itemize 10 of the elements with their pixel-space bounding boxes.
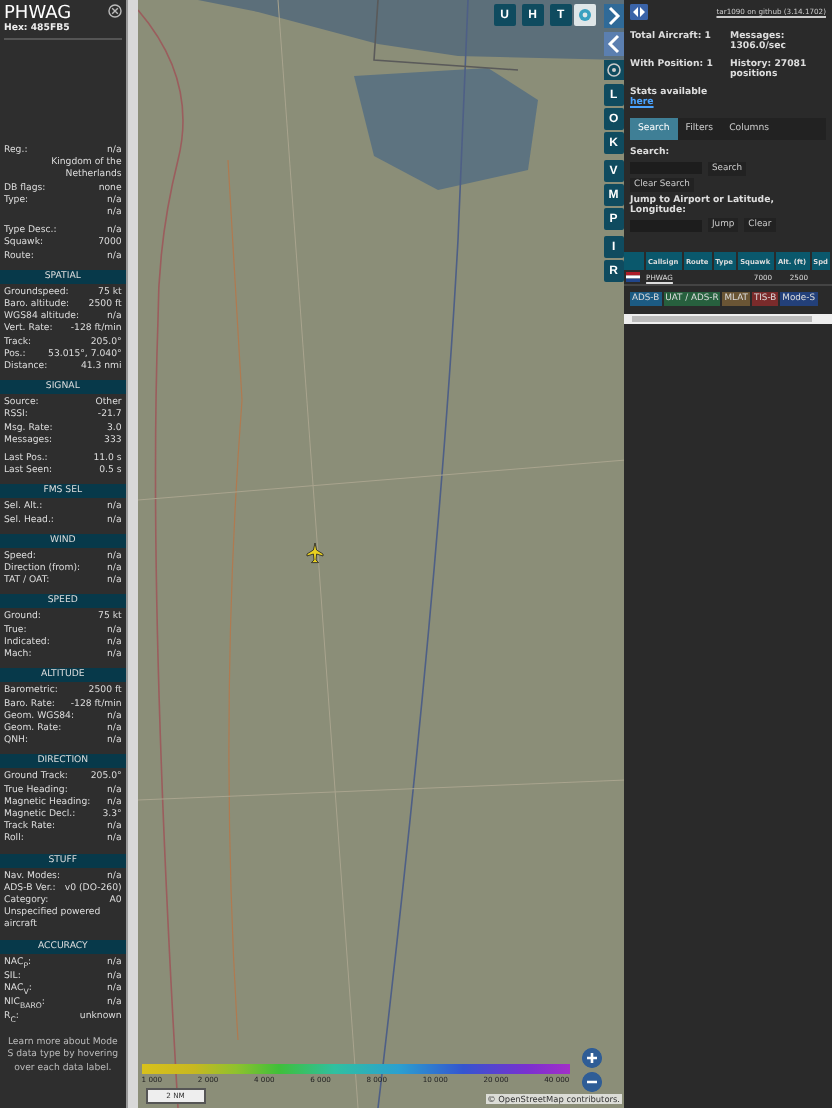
settings-icon[interactable] — [573, 4, 596, 26]
aircraft-callsign: PHWAG — [4, 4, 72, 24]
flag-icon — [626, 272, 640, 283]
close-icon[interactable] — [107, 4, 122, 18]
expand-collapse-icon[interactable] — [630, 4, 648, 20]
horizontal-scrollbar[interactable] — [624, 314, 832, 325]
chevron-left-icon[interactable] — [603, 32, 624, 56]
target-icon[interactable] — [603, 60, 624, 80]
chevron-right-icon[interactable] — [603, 4, 624, 28]
aircraft-icon[interactable] — [305, 542, 324, 564]
